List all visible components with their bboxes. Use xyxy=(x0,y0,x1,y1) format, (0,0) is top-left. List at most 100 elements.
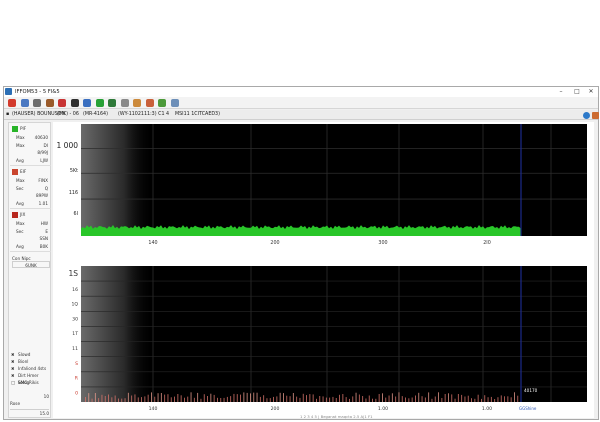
checkbox-mark: ✖ xyxy=(11,366,15,371)
speed-value: 10 xyxy=(43,394,49,399)
chart-2-error-bar xyxy=(134,394,136,402)
chart-2-plot xyxy=(81,266,587,402)
arrow-icon[interactable] xyxy=(70,99,79,107)
search-icon[interactable] xyxy=(133,99,141,107)
maximize-button[interactable]: □ xyxy=(570,87,584,97)
chart-2-error-bar xyxy=(279,392,281,402)
chart-2-error-bar xyxy=(391,393,393,402)
chart-2-ytick-label: R xyxy=(75,376,79,382)
stats-group-header[interactable]: JIX xyxy=(11,212,50,219)
chart-2-error-bar xyxy=(428,392,430,402)
chart-2-error-bar xyxy=(494,399,496,402)
chart-2-error-bar xyxy=(164,394,166,402)
chart-2-error-bar xyxy=(240,394,241,402)
stats-key: Max xyxy=(16,142,25,148)
footer-value: 6UNK xyxy=(12,261,50,268)
stats-value: 40630 xyxy=(34,135,48,140)
chart-2-error-bar xyxy=(355,392,357,402)
settings-icon[interactable] xyxy=(145,99,154,107)
chart-2-error-bar xyxy=(322,396,324,402)
minimize-button[interactable]: – xyxy=(554,87,568,97)
chart-2-error-bar xyxy=(514,392,515,402)
legend-checkbox[interactable]: ✖ Slowd xyxy=(10,351,50,358)
chart-2-error-bar xyxy=(319,396,321,402)
device-icon[interactable] xyxy=(33,99,41,107)
chart-2-error-bar xyxy=(481,398,482,402)
stats-group-header[interactable]: EIF xyxy=(11,169,50,176)
chart-2-error-bar xyxy=(474,398,476,402)
stats-row: Sec E xyxy=(12,228,50,235)
stop-icon[interactable] xyxy=(8,99,16,107)
chart-2-error-bar xyxy=(464,396,466,402)
chart-2-error-bar xyxy=(167,394,169,402)
chart-2-error-bar xyxy=(411,397,413,402)
stats-key: Avg xyxy=(16,200,24,206)
chart-2-error-bar xyxy=(434,396,436,402)
chart-2-xtick-label: 140 xyxy=(149,406,158,412)
chart-2-error-bar xyxy=(349,398,350,402)
chart-2-error-bar xyxy=(497,397,499,402)
chart-2-error-bar xyxy=(424,397,426,402)
zoom-icon[interactable] xyxy=(120,99,129,107)
print-icon[interactable] xyxy=(170,99,179,107)
checkbox-label: Bionl xyxy=(18,359,29,364)
tools-icon[interactable] xyxy=(20,99,29,107)
stats-row: Max FINX xyxy=(12,177,50,184)
chart-2-marker-label: 40170 xyxy=(524,388,538,393)
close-button[interactable]: ✕ xyxy=(584,87,598,97)
app-root: IFFOM53 - 5 FI&5 – □ ✕ ▪ (HAUSER) BOUNUS… xyxy=(0,0,600,422)
pointer-icon[interactable] xyxy=(83,99,91,107)
stats-group: JIX Max HW Sec E SSN Avg B0K xyxy=(10,211,51,252)
media-field: (MR-4164) xyxy=(83,112,108,117)
chart-2-error-bar xyxy=(408,398,410,402)
chart-2-ytick-label: S xyxy=(75,361,78,367)
chart-2-error-bar xyxy=(484,395,486,402)
chart-2-ytick-label: 1S xyxy=(68,269,78,278)
legend-checkbox[interactable]: ✖ Infaliond 4sts xyxy=(10,365,50,372)
chart-2-error-bar xyxy=(246,392,248,402)
chart-2-error-bar xyxy=(94,393,96,402)
chart-2-error-bar xyxy=(457,394,459,402)
stats-value: FINX xyxy=(38,178,48,183)
stats-key: Sec xyxy=(16,228,24,234)
stats-row: Avg LJW xyxy=(12,157,50,164)
chart-2-error-bar xyxy=(467,395,469,402)
chart-2-error-bar xyxy=(170,397,172,402)
bottom-label: Rose xyxy=(10,401,21,406)
chart-2-error-bar xyxy=(144,396,146,402)
chart-2-error-bar xyxy=(213,394,215,402)
chart-2-ytick-label: 30 xyxy=(72,316,78,322)
toolbar xyxy=(4,97,598,109)
refresh-icon[interactable] xyxy=(583,112,590,119)
chart-2-error-bar xyxy=(263,395,265,402)
chart-2-error-bar xyxy=(283,393,284,402)
legend-checkbox[interactable]: ✖ Dirt Hmer kolog xyxy=(10,372,50,385)
chart-2-error-bar xyxy=(451,394,453,402)
chart-icon[interactable] xyxy=(158,99,166,107)
chart-2-error-bar xyxy=(121,398,123,402)
chart-2-error-bar xyxy=(325,397,327,402)
chart-2-error-bar xyxy=(154,396,156,402)
chart-2-error-bar xyxy=(174,396,175,402)
chart-2-error-bar xyxy=(286,395,288,402)
options-icon[interactable] xyxy=(592,112,599,119)
chart-2-error-bar xyxy=(141,397,142,402)
chart-1-plot xyxy=(81,124,587,236)
checkbox-label: SMO Rikis xyxy=(18,380,39,385)
chart-2-error-bar xyxy=(233,393,235,402)
legend-checkbox[interactable]: ✖ Bionl xyxy=(10,358,50,365)
chart-2-error-bar xyxy=(368,395,370,402)
drive-icon[interactable] xyxy=(45,99,54,107)
legend-checkbox[interactable]: □ SMO Rikis xyxy=(10,379,50,386)
disc-icon[interactable] xyxy=(58,99,66,107)
chart-2-error-bar xyxy=(441,398,443,402)
green-disc-icon[interactable] xyxy=(95,99,104,107)
save-icon[interactable] xyxy=(108,99,116,107)
stats-group-header[interactable]: PIF xyxy=(11,126,50,133)
chart-2-shade xyxy=(81,266,153,402)
chart-2-ytick-label: 1T xyxy=(72,331,78,337)
chart-2-error-bar xyxy=(415,395,416,402)
chart-2-error-bar xyxy=(273,396,274,402)
chart-2-ytick-label: 1Q xyxy=(71,302,78,308)
chart-2-error-bar xyxy=(180,395,182,402)
